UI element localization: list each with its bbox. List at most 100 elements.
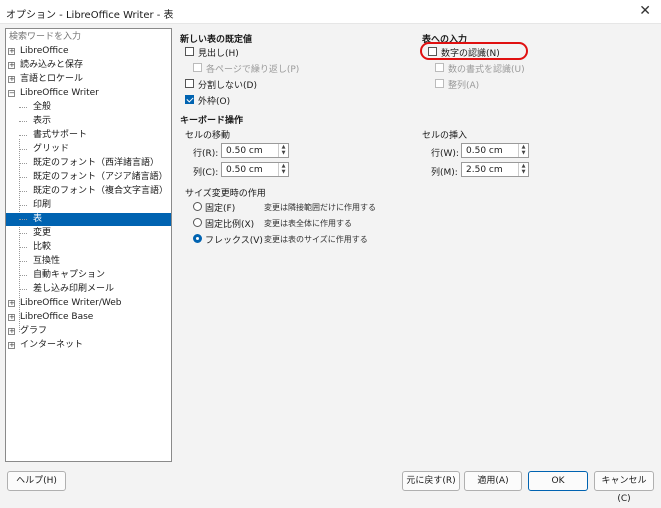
tree-item-label: グラフ — [20, 326, 48, 336]
border-label: 外枠(O) — [198, 97, 231, 107]
tree-item-writer-web[interactable]: + LibreOffice Writer/Web — [6, 297, 171, 310]
window-title: オプション - LibreOffice Writer - 表 — [6, 10, 174, 21]
insert-col-spin[interactable]: 2.50 cm ▲ ▼ — [461, 162, 529, 177]
flex-description: 変更は表のサイズに作用する — [264, 235, 368, 244]
tree-item-internet[interactable]: + インターネット — [6, 339, 171, 352]
help-button[interactable]: ヘルプ(H) — [7, 471, 66, 491]
resize-heading: サイズ変更時の作用 — [185, 189, 266, 199]
tree-item-base[interactable]: + LibreOffice Base — [6, 311, 171, 324]
alignment-label: 整列(A) — [448, 81, 480, 91]
number-recognition-checkbox[interactable] — [428, 47, 437, 56]
reset-button[interactable]: 元に戻す(R) — [402, 471, 460, 491]
ok-button[interactable]: OK — [528, 471, 588, 491]
tree-item-comparison[interactable]: 比較 — [6, 241, 171, 254]
tree-item-fonts-western[interactable]: 既定のフォント（西洋諸言語） — [6, 157, 171, 170]
move-row-spin[interactable]: 0.50 cm ▲ ▼ — [221, 143, 289, 158]
expand-icon[interactable]: + — [8, 328, 15, 335]
tree-item-label: 印刷 — [33, 200, 52, 210]
tree-item-label: LibreOffice Base — [20, 312, 94, 322]
tree-item-label: LibreOffice — [20, 46, 69, 56]
title-bar: オプション - LibreOffice Writer - 表 ✕ — [0, 0, 661, 24]
spin-down-icon[interactable]: ▼ — [279, 150, 288, 156]
tree-item-writer[interactable]: − LibreOffice Writer — [6, 87, 171, 100]
flex-label: フレックス(V) — [205, 236, 263, 246]
tree-item-print[interactable]: 印刷 — [6, 199, 171, 212]
tree-item-label: 表 — [33, 214, 43, 224]
spin-down-icon[interactable]: ▼ — [279, 169, 288, 175]
expand-icon[interactable]: + — [8, 300, 15, 307]
expand-icon[interactable]: + — [8, 76, 15, 83]
tree-item-label: 変更 — [33, 228, 52, 238]
move-col-label: 列(C): — [193, 168, 219, 178]
fixed-radio[interactable] — [193, 202, 202, 211]
number-format-checkbox[interactable] — [435, 63, 444, 72]
tree-item-label: 表示 — [33, 116, 52, 126]
tree-item-fonts-asian[interactable]: 既定のフォント（アジア諸言語） — [6, 171, 171, 184]
move-row-label: 行(R): — [193, 149, 219, 159]
cancel-button[interactable]: キャンセル(C) — [594, 471, 654, 504]
defaults-heading: 新しい表の既定値 — [180, 35, 253, 45]
insert-col-label: 列(M): — [431, 168, 458, 178]
tree-item-label: 読み込みと保存 — [20, 60, 84, 70]
fixed-proportional-label: 固定比例(X) — [205, 220, 255, 230]
tree-item-label: LibreOffice Writer — [20, 88, 99, 98]
move-cells-heading: セルの移動 — [185, 131, 231, 141]
tree-item-formatting-aids[interactable]: 書式サポート — [6, 129, 171, 142]
move-row-value: 0.50 cm — [226, 146, 263, 156]
tree-item-general[interactable]: 全般 — [6, 101, 171, 114]
options-tree: + LibreOffice + 読み込みと保存 + 言語とロケール − Libr… — [5, 42, 172, 462]
fixed-label: 固定(F) — [205, 204, 236, 214]
tree-item-compatibility[interactable]: 互換性 — [6, 255, 171, 268]
tree-item-mail-merge[interactable]: 差し込み印刷メール — [6, 283, 171, 296]
move-col-spin[interactable]: 0.50 cm ▲ ▼ — [221, 162, 289, 177]
tree-item-label: 全般 — [33, 102, 52, 112]
tree-item-label: 書式サポート — [33, 130, 88, 140]
tree-item-fonts-ctl[interactable]: 既定のフォント（複合文字言語） — [6, 185, 171, 198]
tree-item-label: 既定のフォント（西洋諸言語） — [33, 158, 160, 168]
heading-checkbox[interactable] — [185, 47, 194, 56]
border-checkbox[interactable] — [185, 95, 194, 104]
expand-icon[interactable]: + — [8, 48, 15, 55]
search-input[interactable] — [5, 28, 172, 43]
tree-item-label: インターネット — [20, 340, 84, 350]
tree-item-grid[interactable]: グリッド — [6, 143, 171, 156]
tree-item-table[interactable]: 表 — [6, 213, 171, 226]
insert-col-value: 2.50 cm — [466, 165, 503, 175]
move-col-value: 0.50 cm — [226, 165, 263, 175]
tree-item-libreoffice[interactable]: + LibreOffice — [6, 45, 171, 58]
alignment-checkbox[interactable] — [435, 79, 444, 88]
spin-down-icon[interactable]: ▼ — [519, 169, 528, 175]
dont-split-checkbox[interactable] — [185, 79, 194, 88]
close-icon[interactable]: ✕ — [639, 3, 651, 19]
insert-row-spin[interactable]: 0.50 cm ▲ ▼ — [461, 143, 529, 158]
tree-item-label: 言語とロケール — [20, 74, 84, 84]
expand-icon[interactable]: + — [8, 342, 15, 349]
number-format-label: 数の書式を認識(U) — [448, 65, 525, 75]
tree-item-label: 既定のフォント（アジア諸言語） — [33, 172, 168, 182]
repeat-heading-checkbox[interactable] — [193, 63, 202, 72]
tree-item-label: 比較 — [33, 242, 52, 252]
tree-item-label: グリッド — [33, 144, 70, 154]
tree-item-autocaption[interactable]: 自動キャプション — [6, 269, 171, 282]
tree-item-charts[interactable]: + グラフ — [6, 325, 171, 338]
number-recognition-label: 数字の認識(N) — [441, 49, 500, 59]
tree-item-view[interactable]: 表示 — [6, 115, 171, 128]
apply-button[interactable]: 適用(A) — [464, 471, 522, 491]
flex-radio[interactable] — [193, 234, 202, 243]
tree-item-load-save[interactable]: + 読み込みと保存 — [6, 59, 171, 72]
tree-item-label: 互換性 — [33, 256, 61, 266]
spin-down-icon[interactable]: ▼ — [519, 150, 528, 156]
fixed-description: 変更は隣接範囲だけに作用する — [264, 203, 376, 212]
fixed-proportional-radio[interactable] — [193, 218, 202, 227]
tree-item-label: LibreOffice Writer/Web — [20, 298, 122, 308]
expand-icon[interactable]: + — [8, 62, 15, 69]
expand-icon[interactable]: + — [8, 314, 15, 321]
insert-cells-heading: セルの挿入 — [422, 131, 468, 141]
insert-row-value: 0.50 cm — [466, 146, 503, 156]
collapse-icon[interactable]: − — [8, 90, 15, 97]
repeat-heading-label: 各ページで繰り返し(P) — [206, 65, 300, 75]
keyboard-heading: キーボード操作 — [180, 116, 244, 126]
tree-item-changes[interactable]: 変更 — [6, 227, 171, 240]
tree-item-language[interactable]: + 言語とロケール — [6, 73, 171, 86]
heading-label: 見出し(H) — [198, 49, 239, 59]
